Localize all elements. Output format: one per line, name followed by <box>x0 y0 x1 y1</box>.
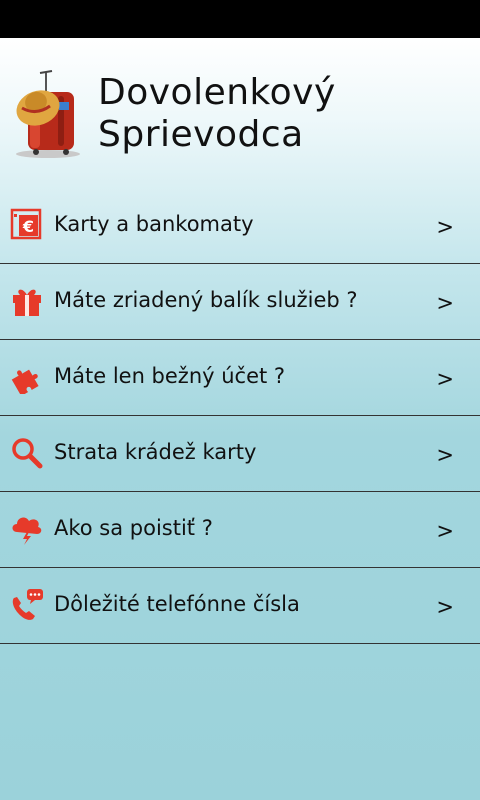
chevron-right-icon: > <box>436 215 454 239</box>
gift-icon <box>10 284 44 318</box>
status-bar <box>0 0 480 38</box>
menu-item-bezny-ucet[interactable]: Máte len bežný účet ? > <box>0 340 480 416</box>
storm-cloud-icon <box>10 512 44 546</box>
menu-item-label: Karty a bankomaty <box>54 212 254 236</box>
menu-item-ako-sa-poistit[interactable]: Ako sa poistiť ? > <box>0 492 480 568</box>
svg-text:€: € <box>22 217 34 236</box>
suitcase-logo-icon <box>12 68 84 160</box>
chevron-right-icon: > <box>436 291 454 315</box>
menu-item-karty-a-bankomaty[interactable]: € Karty a bankomaty > <box>0 188 480 264</box>
chevron-right-icon: > <box>436 443 454 467</box>
menu-item-label: Máte len bežný účet ? <box>54 364 286 388</box>
search-icon <box>10 436 44 470</box>
menu-item-label: Máte zriadený balík služieb ? <box>54 288 358 312</box>
menu-item-strata-kradez-karty[interactable]: Strata krádež karty > <box>0 416 480 492</box>
chevron-right-icon: > <box>436 367 454 391</box>
menu-item-label: Dôležité telefónne čísla <box>54 592 300 616</box>
phone-chat-icon <box>10 588 44 622</box>
chevron-right-icon: > <box>436 519 454 543</box>
main-menu: € Karty a bankomaty > Máte zriadený balí… <box>0 188 480 644</box>
menu-item-label: Ako sa poistiť ? <box>54 516 213 540</box>
chevron-right-icon: > <box>436 595 454 619</box>
menu-item-label: Strata krádež karty <box>54 440 257 464</box>
app-screen: Dovolenkový Sprievodca € Karty a bankoma… <box>0 38 480 800</box>
menu-item-balik-sluzieb[interactable]: Máte zriadený balík služieb ? > <box>0 264 480 340</box>
header: Dovolenkový Sprievodca <box>0 38 480 188</box>
app-title: Dovolenkový Sprievodca <box>98 72 336 155</box>
puzzle-icon <box>10 360 44 394</box>
atm-euro-icon: € <box>10 208 44 242</box>
menu-item-dolezite-telefonne-cisla[interactable]: Dôležité telefónne čísla > <box>0 568 480 644</box>
